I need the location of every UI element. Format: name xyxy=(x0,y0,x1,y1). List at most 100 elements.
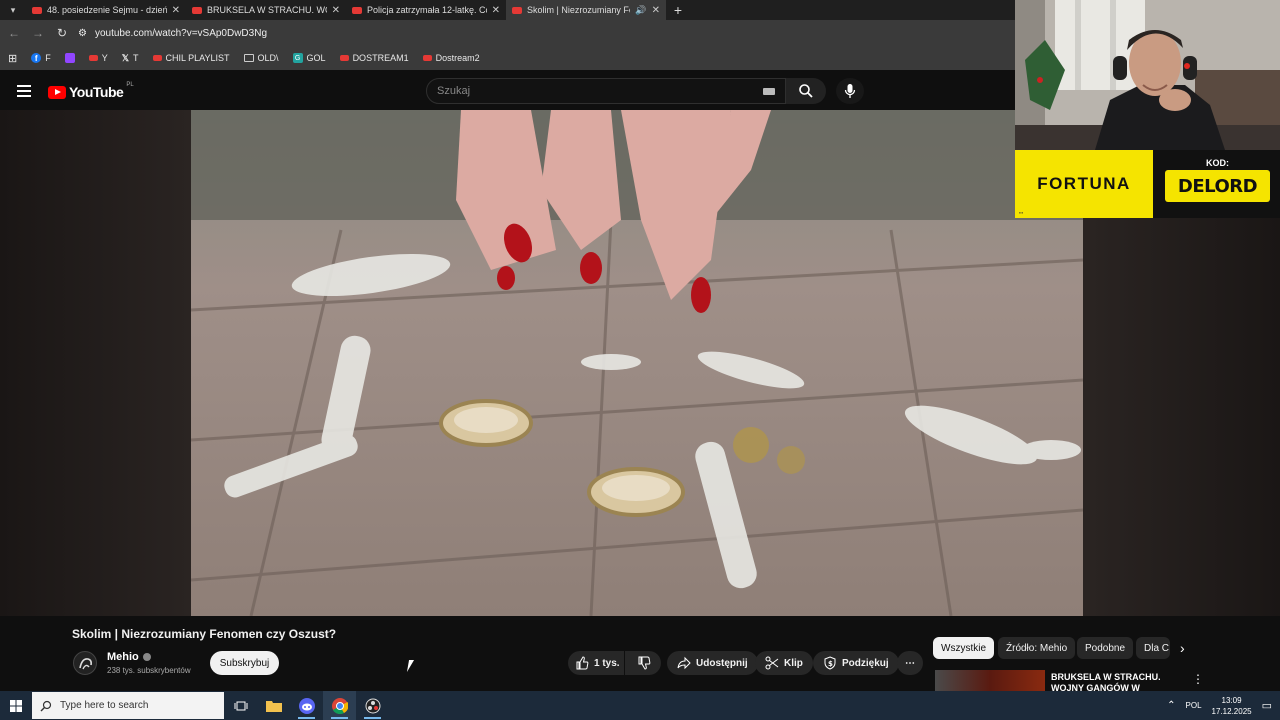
menu-icon[interactable] xyxy=(17,85,31,100)
address-bar-row: ← → ↻ ⚙ youtube.com/watch?v=vSAp0DwD3Ng xyxy=(0,20,1015,46)
sponsor-logo: FORTUNA ▪▪▪ xyxy=(1015,150,1153,218)
discord-app-button[interactable] xyxy=(290,691,323,720)
folder-icon xyxy=(265,700,282,712)
promo-code-label: KOD: xyxy=(1206,158,1229,168)
more-actions-button[interactable]: ⋯ xyxy=(897,651,923,675)
obs-icon xyxy=(365,698,380,713)
voice-search-button[interactable] xyxy=(836,78,864,104)
browser-tab[interactable]: 48. posiedzenie Sejmu - dzień 1 ✕ xyxy=(26,0,186,20)
tab-title: BRUKSELA W STRACHU. WOJNA xyxy=(207,5,327,15)
youtube-icon xyxy=(352,6,362,14)
tab-title: 48. posiedzenie Sejmu - dzień 1 xyxy=(47,5,167,15)
chip-from-channel[interactable]: Źródło: Mehio xyxy=(998,637,1076,659)
taskbar-search-placeholder: Type here to search xyxy=(60,700,149,711)
file-explorer-button[interactable] xyxy=(257,691,290,720)
bookmark-item[interactable] xyxy=(64,53,75,63)
bookmarks-bar: ⊞ fF Y 𝕏T CHIL PLAYLIST OLD\ G GOL DOSTRE… xyxy=(0,46,1015,70)
thanks-button[interactable]: $ Podziękuj xyxy=(813,651,899,675)
clip-button[interactable]: Klip xyxy=(755,651,813,675)
thanks-label: Podziękuj xyxy=(842,657,889,669)
close-icon[interactable]: ✕ xyxy=(172,5,180,16)
bookmark-item[interactable]: DOSTREAM1 xyxy=(339,53,409,63)
url-field[interactable]: ⚙ youtube.com/watch?v=vSAp0DwD3Ng xyxy=(78,28,267,39)
youtube-play-icon xyxy=(48,85,66,99)
bookmark-label: GOL xyxy=(306,53,326,63)
x-icon: 𝕏 xyxy=(121,52,129,63)
task-view-button[interactable] xyxy=(224,691,257,720)
tab-title: Skolim | Niezrozumiany Fen xyxy=(527,5,631,15)
close-icon[interactable]: ✕ xyxy=(332,5,340,16)
bookmark-label: T xyxy=(133,53,139,63)
bookmark-item[interactable]: Y xyxy=(88,53,108,63)
apps-grid-icon[interactable]: ⊞ xyxy=(8,52,17,65)
super-thanks-icon: $ xyxy=(824,656,836,670)
subscribe-button[interactable]: Subskrybuj xyxy=(210,651,279,675)
youtube-icon xyxy=(32,6,42,14)
close-icon[interactable]: ✕ xyxy=(492,5,500,16)
notification-icon[interactable]: ▭ xyxy=(1262,699,1272,712)
facebook-icon: f xyxy=(31,53,42,63)
taskbar-search-input[interactable]: Type here to search xyxy=(32,692,224,719)
chrome-app-button[interactable] xyxy=(323,691,356,720)
youtube-icon xyxy=(152,55,162,61)
chevron-right-icon[interactable]: › xyxy=(1180,640,1185,656)
close-icon[interactable]: ✕ xyxy=(652,5,660,16)
gol-icon: G xyxy=(292,53,303,63)
tray-chevron-up-icon[interactable]: ⌃ xyxy=(1167,700,1175,711)
dislike-button[interactable] xyxy=(625,651,661,675)
recommended-title[interactable]: BRUKSELA W STRACHU. WOJNY GANGÓW W STOLI… xyxy=(1051,672,1181,691)
obs-app-button[interactable] xyxy=(356,691,389,720)
sponsor-fine-print: ▪▪▪ xyxy=(1019,210,1024,215)
youtube-wordmark: YouTube xyxy=(69,84,124,100)
bookmark-item[interactable]: G GOL xyxy=(292,53,326,63)
chip-related[interactable]: Podobne xyxy=(1077,637,1134,659)
bookmark-item[interactable]: OLD\ xyxy=(243,53,279,63)
task-view-icon xyxy=(234,701,247,710)
bookmark-label: CHIL PLAYLIST xyxy=(165,53,230,63)
folder-icon xyxy=(243,54,254,62)
channel-logo-icon xyxy=(79,658,92,670)
share-button[interactable]: Udostępnij xyxy=(667,651,758,675)
bookmark-item[interactable]: Dostream2 xyxy=(422,53,480,63)
mouse-cursor-icon xyxy=(406,660,420,672)
bookmark-item[interactable]: CHIL PLAYLIST xyxy=(152,53,230,63)
back-arrow-icon[interactable]: ← xyxy=(6,26,22,40)
tab-search-button[interactable]: ▾ xyxy=(0,0,26,20)
browser-tab-bar: ▾ 48. posiedzenie Sejmu - dzień 1 ✕ BRUK… xyxy=(0,0,1015,20)
reload-icon[interactable]: ↻ xyxy=(54,26,70,40)
browser-tab[interactable]: BRUKSELA W STRACHU. WOJNA ✕ xyxy=(186,0,346,20)
video-player[interactable] xyxy=(191,110,1083,616)
youtube-logo[interactable]: YouTube PL xyxy=(48,82,134,100)
tab-title: Policja zatrzymała 12-latkę. Co xyxy=(367,5,487,15)
forward-arrow-icon[interactable]: → xyxy=(30,26,46,40)
keyboard-icon[interactable] xyxy=(763,88,775,95)
bookmark-item[interactable]: fF xyxy=(31,53,51,63)
recommended-thumbnail[interactable] xyxy=(935,670,1045,691)
more-horizontal-icon: ⋯ xyxy=(905,657,915,669)
more-vertical-icon[interactable]: ⋮ xyxy=(1192,672,1204,686)
bookmark-item[interactable]: 𝕏T xyxy=(122,53,139,64)
chip-for-you[interactable]: Dla C xyxy=(1136,637,1170,659)
channel-name[interactable]: Mehio xyxy=(107,651,151,663)
new-tab-button[interactable]: + xyxy=(666,2,690,18)
verified-check-icon xyxy=(142,653,151,661)
browser-tab[interactable]: Policja zatrzymała 12-latkę. Co ✕ xyxy=(346,0,506,20)
chrome-icon xyxy=(331,697,348,714)
site-settings-icon[interactable]: ⚙ xyxy=(78,28,87,39)
youtube-icon xyxy=(512,6,522,14)
browser-tab-active[interactable]: Skolim | Niezrozumiany Fen 🔊 ✕ xyxy=(506,0,666,20)
youtube-icon xyxy=(339,55,349,61)
clock[interactable]: 13:09 17.12.2025 xyxy=(1212,695,1252,717)
speaker-icon[interactable]: 🔊 xyxy=(635,5,646,16)
svg-text:$: $ xyxy=(828,660,833,668)
channel-name-text: Mehio xyxy=(107,651,139,663)
search-button[interactable] xyxy=(786,78,826,104)
search-input[interactable]: Szukaj xyxy=(426,78,786,104)
chip-all[interactable]: Wszystkie xyxy=(933,637,994,659)
channel-avatar[interactable] xyxy=(73,651,97,675)
microphone-icon xyxy=(844,84,856,98)
language-indicator[interactable]: POL xyxy=(1186,701,1202,710)
start-button[interactable] xyxy=(0,691,32,720)
share-label: Udostępnij xyxy=(696,657,748,669)
like-button[interactable]: 1 tys. xyxy=(568,651,624,675)
